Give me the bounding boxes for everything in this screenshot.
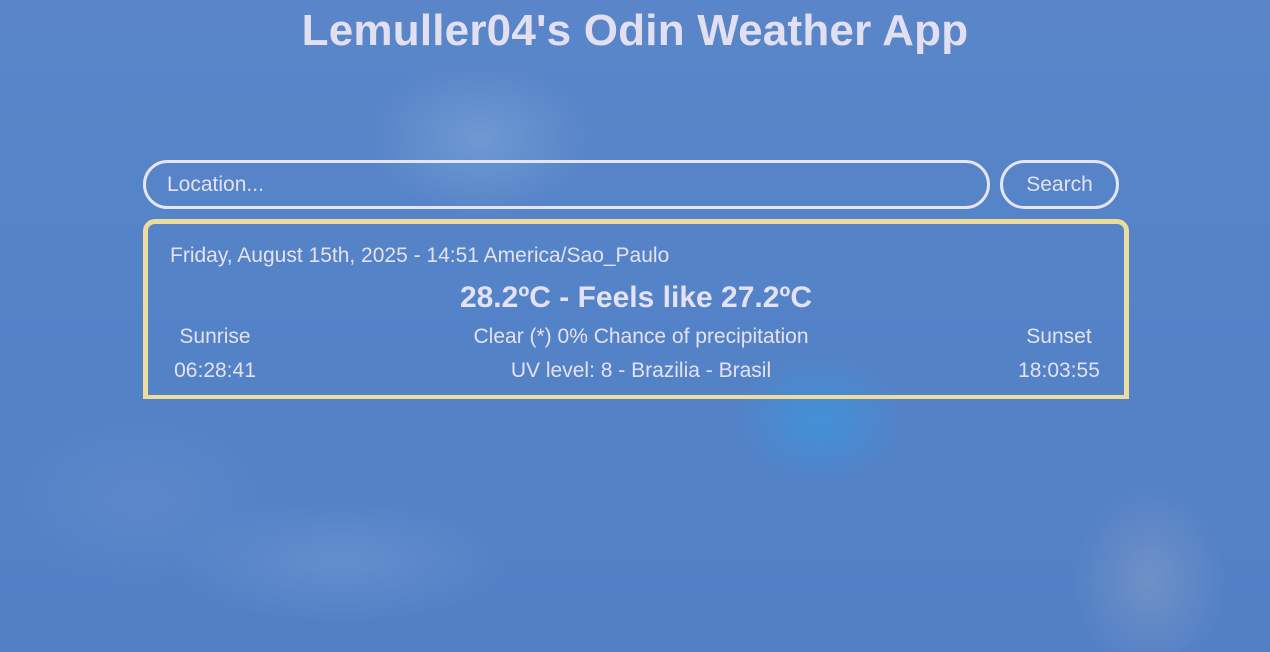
- app-title: Lemuller04's Odin Weather App: [301, 6, 969, 55]
- sunrise-label: Sunrise: [179, 325, 251, 348]
- sunrise-time: 06:28:41: [174, 359, 256, 382]
- uv-location-text: UV level: 8 - Brazilia - Brasil: [510, 359, 772, 382]
- date-time-location: Friday, August 15th, 2025 - 14:51 Americ…: [170, 244, 670, 267]
- location-search-input[interactable]: [143, 160, 990, 209]
- conditions-text: Clear (*) 0% Chance of precipitation: [473, 325, 809, 348]
- search-button[interactable]: Search: [1000, 160, 1119, 209]
- search-bar: Search: [143, 160, 1119, 209]
- sunset-label: Sunset: [1026, 325, 1092, 348]
- temperature-feels-like: 28.2ºC - Feels like 27.2ºC: [459, 281, 813, 314]
- weather-card: Friday, August 15th, 2025 - 14:51 Americ…: [143, 219, 1129, 399]
- sunset-column: Sunset 18:03:55: [1014, 325, 1104, 383]
- sunset-time: 18:03:55: [1018, 359, 1100, 382]
- sunrise-column: Sunrise 06:28:41: [170, 325, 260, 383]
- conditions-column: Clear (*) 0% Chance of precipitation UV …: [148, 325, 1134, 383]
